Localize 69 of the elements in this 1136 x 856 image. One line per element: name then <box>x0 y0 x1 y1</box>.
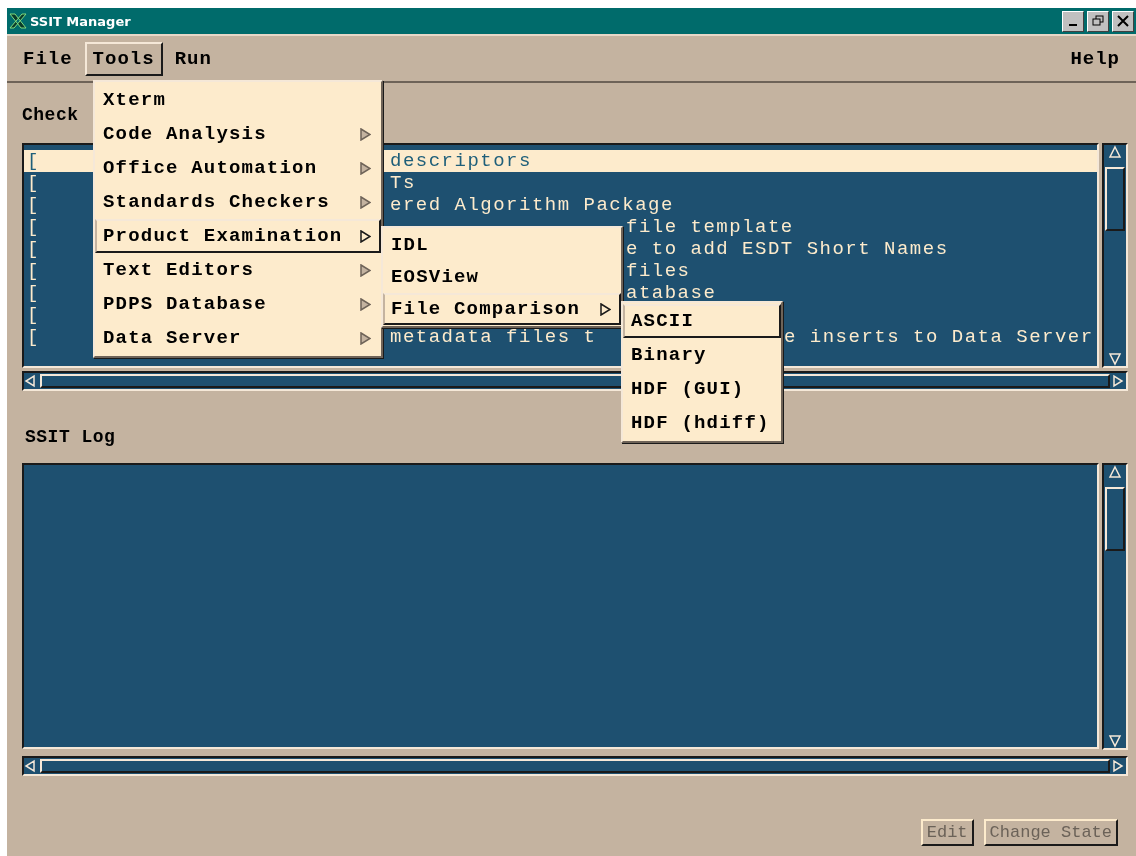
horizontal-scrollbar[interactable] <box>22 756 1128 776</box>
menu-item[interactable]: File Comparison <box>383 293 621 325</box>
menu-bar-item[interactable]: File <box>15 41 81 76</box>
menu-item[interactable]: HDF (hdiff) <box>623 406 781 440</box>
cascade-arrow-icon <box>360 127 371 141</box>
scroll-down-arrow-icon[interactable] <box>1108 352 1122 366</box>
menu-item[interactable]: ASCII <box>623 304 781 338</box>
scroll-right-arrow-icon[interactable] <box>1112 374 1126 388</box>
row-text: atabase <box>626 284 717 302</box>
restore-icon <box>1092 15 1104 27</box>
scroll-down-arrow-icon[interactable] <box>1108 734 1123 748</box>
cascade-arrow-icon <box>360 297 371 311</box>
row-text: files <box>626 262 691 280</box>
row-text: file template <box>626 218 794 236</box>
vertical-scrollbar[interactable] <box>1102 143 1128 368</box>
menu-item[interactable]: Standards Checkers <box>95 185 381 219</box>
scroll-up-arrow-icon[interactable] <box>1108 465 1123 479</box>
menu-item[interactable]: Data Server <box>95 321 381 355</box>
menu-item[interactable]: Binary <box>623 338 781 372</box>
help-menu[interactable]: Help <box>1062 41 1128 76</box>
row-text: metadata files t <box>390 328 597 346</box>
row-text: ered Algorithm Package <box>390 196 674 214</box>
row-bracket[interactable]: [ <box>27 152 40 170</box>
menu-item[interactable]: HDF (GUI) <box>623 372 781 406</box>
row-text: e inserts to Data Server <box>784 328 1094 346</box>
x-logo-icon <box>9 13 27 29</box>
row-bracket[interactable]: [ <box>27 218 40 236</box>
row-bracket[interactable]: [ <box>27 306 40 324</box>
menu-item[interactable]: Office Automation <box>95 151 381 185</box>
menu-item[interactable]: PDPS Database <box>95 287 381 321</box>
row-bracket[interactable]: [ <box>27 328 40 346</box>
scroll-left-arrow-icon[interactable] <box>24 374 38 388</box>
row-bracket[interactable]: [ <box>27 284 40 302</box>
cascade-arrow-icon <box>360 263 371 277</box>
menu-bar-item[interactable]: Tools <box>84 41 163 76</box>
cascade-arrow-icon <box>360 229 371 243</box>
row-bracket[interactable]: [ <box>27 174 40 192</box>
row-bracket[interactable]: [ <box>27 262 40 280</box>
close-button[interactable] <box>1112 10 1134 32</box>
menu-item[interactable]: Text Editors <box>95 253 381 287</box>
section-label: SSIT Log <box>25 427 116 447</box>
cascade-arrow-icon <box>360 195 371 209</box>
close-icon <box>1117 15 1129 27</box>
restore-button[interactable] <box>1087 10 1109 32</box>
row-text: descriptors <box>390 152 532 170</box>
scrollbar-thumb[interactable] <box>1105 487 1126 551</box>
menu-item[interactable]: Code Analysis <box>95 117 381 151</box>
menu-item[interactable]: IDL <box>383 229 621 261</box>
menu-bar-item[interactable]: Run <box>166 41 220 76</box>
scrollbar-thumb[interactable] <box>1105 167 1125 231</box>
scroll-right-arrow-icon[interactable] <box>1112 759 1126 773</box>
scroll-left-arrow-icon[interactable] <box>24 759 38 773</box>
row-bracket[interactable]: [ <box>27 240 40 258</box>
section-label: Check <box>22 105 79 125</box>
cascade-arrow-icon <box>600 302 611 316</box>
cascade-arrow-icon <box>360 161 371 175</box>
row-bracket[interactable]: [ <box>27 196 40 214</box>
minimize-button[interactable] <box>1062 10 1084 32</box>
window-title: SSIT Manager <box>30 13 132 29</box>
minimize-icon <box>1069 24 1077 26</box>
vertical-scrollbar[interactable] <box>1102 463 1128 750</box>
menu-item[interactable]: EOSView <box>383 261 621 293</box>
scrollbar-thumb[interactable] <box>40 759 1110 773</box>
menu-item[interactable]: Xterm <box>95 83 381 117</box>
cascade-arrow-icon <box>360 331 371 345</box>
scroll-up-arrow-icon[interactable] <box>1108 145 1122 159</box>
row-text: e to add ESDT Short Names <box>626 240 949 258</box>
menu-item[interactable]: Product Examination <box>95 219 381 253</box>
row-text: Ts <box>390 174 416 192</box>
